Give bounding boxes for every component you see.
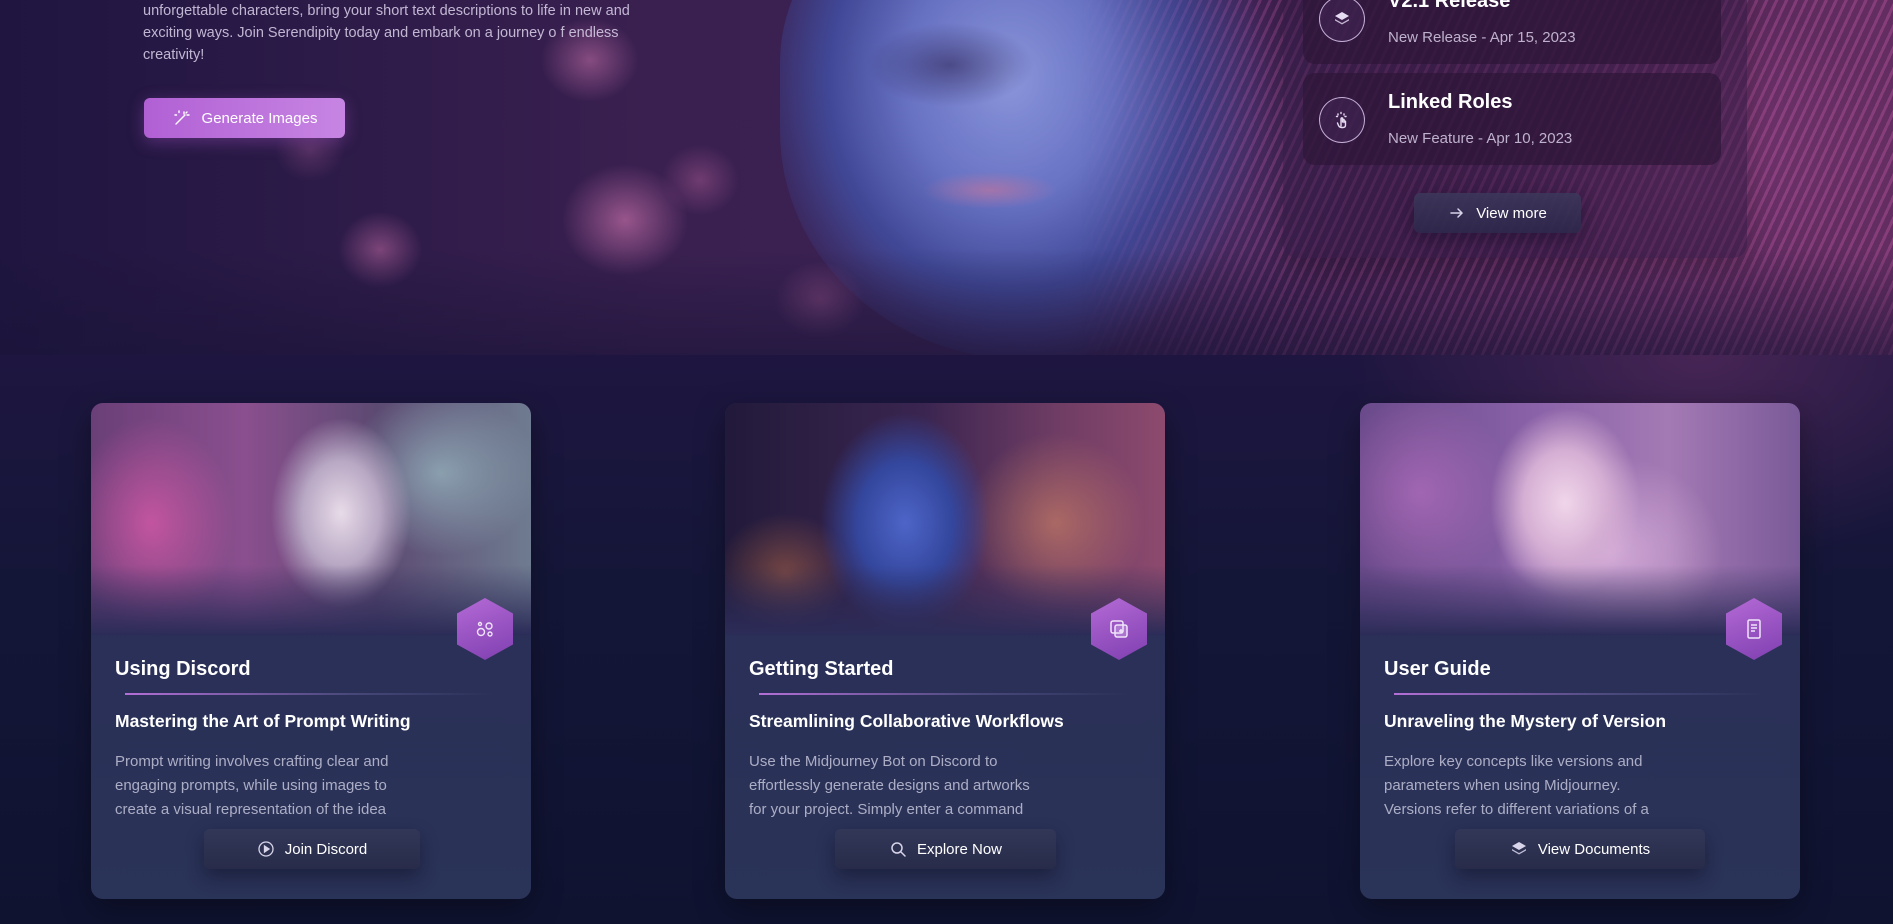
search-icon [889, 840, 907, 858]
generate-images-label: Generate Images [201, 109, 318, 127]
card-divider [1394, 693, 1764, 695]
card-image-blue-portrait [725, 403, 1165, 635]
card-image-cyborg-portrait [91, 403, 531, 635]
card-description: Prompt writing involves crafting clear a… [115, 753, 389, 818]
card-category: User Guide [1384, 658, 1491, 680]
view-more-label: View more [1476, 204, 1547, 222]
release-item-v21[interactable]: V2.1 Release New Release - Apr 15, 2023 [1303, 0, 1721, 64]
layers-icon [1510, 840, 1528, 858]
card-divider [125, 693, 495, 695]
card-description: Use the Midjourney Bot on Discord to eff… [749, 753, 1030, 818]
join-discord-label: Join Discord [284, 840, 368, 858]
view-documents-label: View Documents [1537, 840, 1651, 858]
arrow-right-icon [1448, 204, 1466, 222]
card-divider [759, 693, 1129, 695]
release-subtitle: New Release - Apr 15, 2023 [1388, 29, 1576, 46]
explore-now-label: Explore Now [916, 840, 1003, 858]
card-title: Mastering the Art of Prompt Writing [115, 711, 411, 731]
view-documents-button[interactable]: View Documents [1455, 829, 1705, 869]
card-category: Using Discord [115, 658, 251, 680]
card-category: Getting Started [749, 658, 894, 680]
layers-icon [1319, 0, 1365, 42]
card-title: Streamlining Collaborative Workflows [749, 711, 1064, 731]
card-user-guide: User Guide Unraveling the Mystery of Ver… [1360, 403, 1800, 899]
card-description: Explore key concepts like versions and p… [1384, 753, 1649, 818]
hero-description: unforgettable characters, bring your sho… [143, 3, 630, 63]
play-circle-icon [257, 840, 275, 858]
magic-wand-icon [172, 108, 192, 128]
card-using-discord: Using Discord Mastering the Art of Promp… [91, 403, 531, 899]
card-title: Unraveling the Mystery of Version [1384, 711, 1667, 731]
release-item-linked-roles[interactable]: Linked Roles New Feature - Apr 10, 2023 [1303, 73, 1721, 165]
card-image-floral-portrait [1360, 403, 1800, 635]
release-title: Linked Roles [1388, 91, 1513, 113]
explore-now-button[interactable]: Explore Now [835, 829, 1056, 869]
card-getting-started: Getting Started Streamlining Collaborati… [725, 403, 1165, 899]
pointer-click-icon [1319, 97, 1365, 143]
view-more-button[interactable]: View more [1414, 193, 1581, 233]
join-discord-button[interactable]: Join Discord [204, 829, 420, 869]
release-subtitle: New Feature - Apr 10, 2023 [1388, 130, 1573, 147]
release-title: V2.1 Release [1388, 0, 1511, 12]
generate-images-button[interactable]: Generate Images [144, 98, 345, 138]
